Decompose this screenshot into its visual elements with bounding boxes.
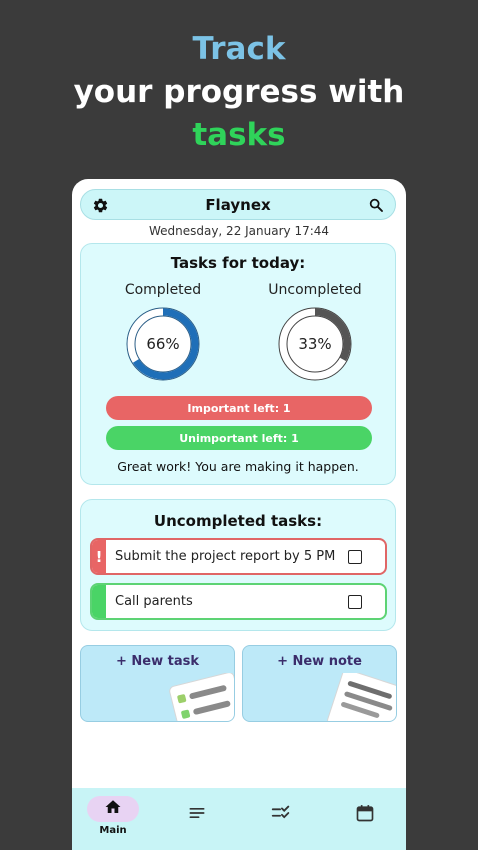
task-checklist-icon [270, 802, 292, 828]
uncompleted-label: Uncompleted [268, 282, 362, 298]
important-left-badge: Important left: 1 [106, 396, 372, 420]
promo-line-progress: your progress with [73, 74, 405, 110]
unimportant-left-badge: Unimportant left: 1 [106, 426, 372, 450]
nav-tab-main[interactable]: Main [86, 788, 140, 850]
bottom-navigation: Main [72, 788, 406, 850]
nav-tab-calendar[interactable] [342, 788, 388, 850]
today-title: Tasks for today: [170, 254, 306, 272]
completed-progress-ring: 66% [125, 306, 201, 382]
new-task-label: + New task [115, 654, 200, 669]
uncompleted-tasks-title: Uncompleted tasks: [153, 512, 323, 530]
today-summary-card: Tasks for today: Completed 66% Uncomplet… [80, 243, 396, 485]
promo-line-track: Track [192, 31, 286, 67]
new-task-button[interactable]: + New task [80, 645, 235, 722]
app-header: Flaynex [80, 189, 396, 220]
home-icon [104, 798, 122, 820]
motivation-message: Great work! You are making it happen. [117, 459, 359, 474]
task-item[interactable]: Call parents [90, 583, 387, 620]
task-checkbox[interactable] [348, 550, 362, 564]
app-title: Flaynex [205, 196, 271, 214]
task-text: Submit the project report by 5 PM [115, 549, 336, 564]
task-checkbox[interactable] [348, 595, 362, 609]
completed-percent: 66% [146, 335, 180, 353]
current-datetime: Wednesday, 22 January 17:44 [148, 224, 330, 238]
new-note-label: + New note [277, 654, 362, 669]
phone-screen: Flaynex Wednesday, 22 January 17:44 Task… [72, 179, 406, 850]
uncompleted-progress-ring: 33% [277, 306, 353, 382]
uncompleted-tasks-card: Uncompleted tasks: ! Submit the project … [80, 499, 396, 631]
new-note-button[interactable]: + New note [242, 645, 397, 722]
promo-line-tasks: tasks [192, 117, 286, 153]
note-illustration-icon [327, 673, 396, 721]
search-icon[interactable] [367, 196, 385, 214]
nav-tab-tasks[interactable] [258, 788, 304, 850]
calendar-icon [355, 803, 375, 827]
notes-list-icon [187, 803, 207, 827]
nav-label-main: Main [99, 825, 127, 836]
task-item[interactable]: ! Submit the project report by 5 PM [90, 538, 387, 575]
task-text: Call parents [115, 594, 193, 609]
completed-label: Completed [124, 282, 202, 298]
uncompleted-percent: 33% [298, 335, 332, 353]
important-marker: ! [95, 547, 103, 566]
nav-tab-notes[interactable] [174, 788, 220, 850]
task-list-illustration-icon [169, 673, 234, 721]
normal-strip [92, 585, 106, 618]
